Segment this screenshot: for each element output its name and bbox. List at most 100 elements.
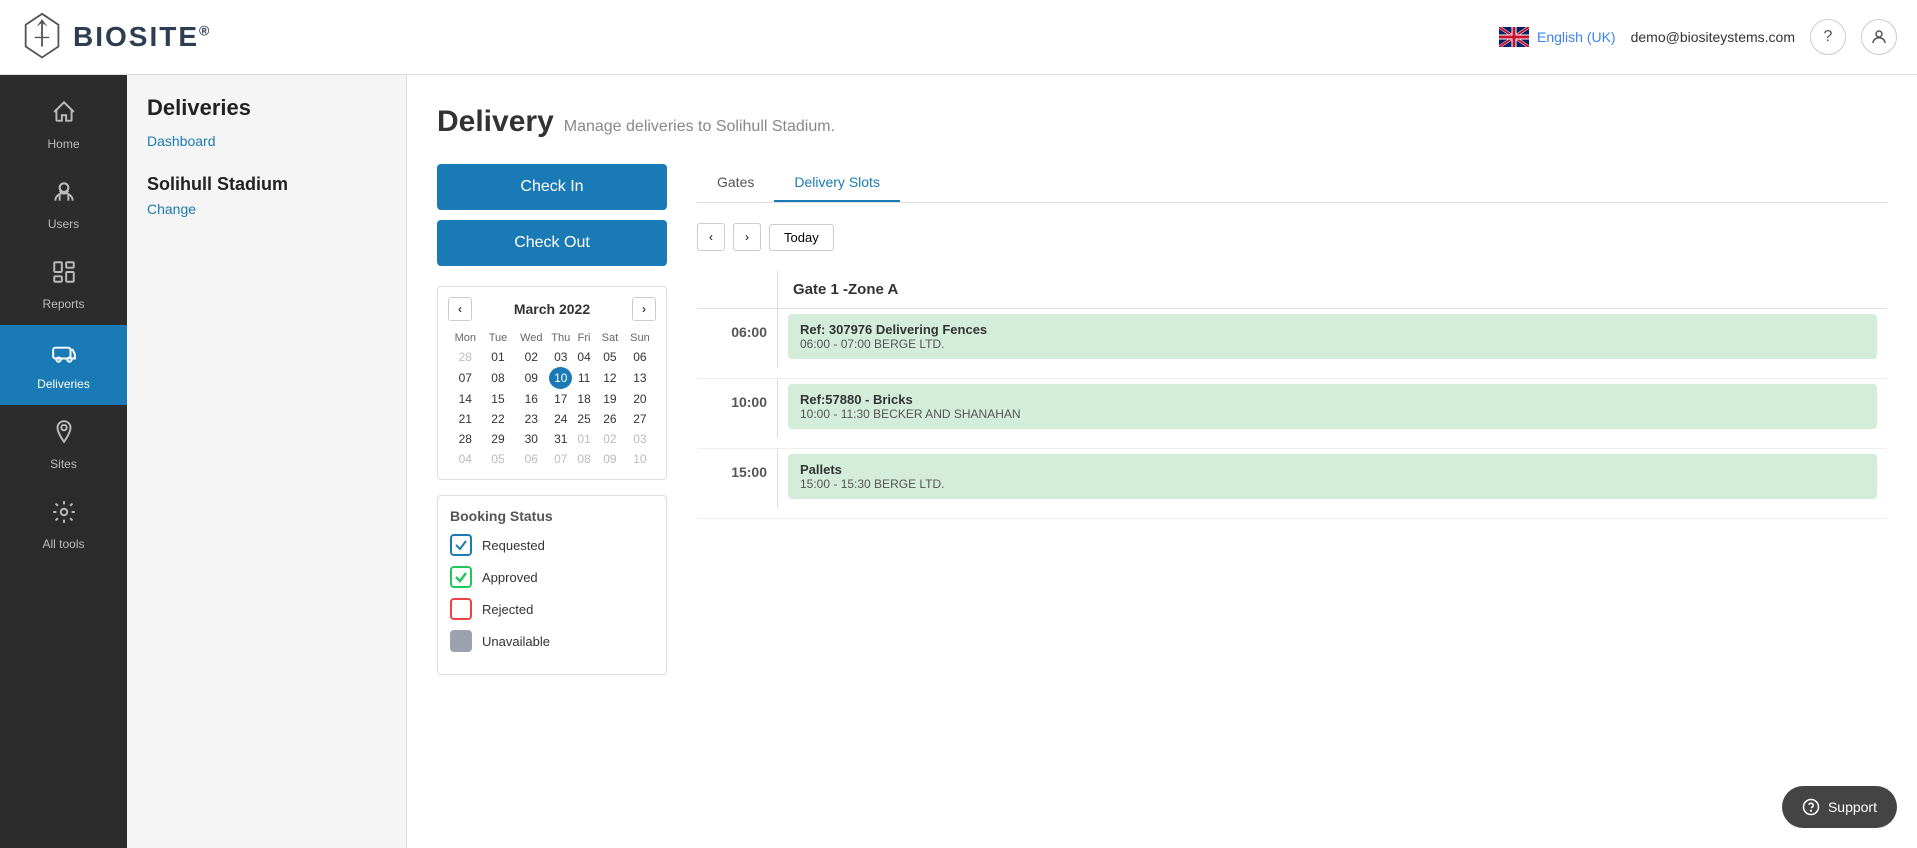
calendar-day[interactable]: 18 [572, 389, 596, 409]
main-layout: Home Users [0, 75, 1917, 848]
unavailable-checkbox [450, 630, 472, 652]
calendar-day[interactable]: 22 [483, 409, 514, 429]
check-in-button[interactable]: Check In [437, 164, 667, 210]
delivery-slot[interactable]: Pallets15:00 - 15:30 BERGE LTD. [788, 454, 1877, 499]
left-panel: Check In Check Out ‹ March 2022 › Mon [437, 164, 677, 675]
calendar-day[interactable]: 08 [483, 367, 514, 389]
sidebar-item-all-tools[interactable]: All tools [0, 485, 127, 565]
slot-area: Pallets15:00 - 15:30 BERGE LTD. [777, 449, 1887, 508]
calendar-day[interactable]: 30 [513, 429, 549, 449]
sidebar-title: Deliveries [147, 95, 386, 121]
deliveries-icon [51, 339, 77, 372]
calendar-day[interactable]: 05 [483, 449, 514, 469]
booking-status: Booking Status Requested [437, 495, 667, 675]
all-tools-label: All tools [42, 537, 84, 551]
calendar-day[interactable]: 08 [572, 449, 596, 469]
calendar-day[interactable]: 09 [596, 449, 624, 469]
cal-header-sat: Sat [596, 329, 624, 347]
check-out-button[interactable]: Check Out [437, 220, 667, 266]
calendar-day[interactable]: 07 [448, 367, 483, 389]
calendar-day[interactable]: 16 [513, 389, 549, 409]
calendar-day[interactable]: 26 [596, 409, 624, 429]
calendar-day[interactable]: 10 [624, 449, 656, 469]
sidebar-item-deliveries[interactable]: Deliveries [0, 325, 127, 405]
calendar-day[interactable]: 21 [448, 409, 483, 429]
delivery-slot[interactable]: Ref: 307976 Delivering Fences06:00 - 07:… [788, 314, 1877, 359]
calendar-day[interactable]: 27 [624, 409, 656, 429]
calendar-prev-button[interactable]: ‹ [448, 297, 472, 321]
calendar-day[interactable]: 09 [513, 367, 549, 389]
reports-label: Reports [42, 297, 84, 311]
calendar-day[interactable]: 28 [448, 429, 483, 449]
calendar-day[interactable]: 23 [513, 409, 549, 429]
sidebar-item-users[interactable]: Users [0, 165, 127, 245]
calendar-day[interactable]: 11 [572, 367, 596, 389]
calendar-next-button[interactable]: › [632, 297, 656, 321]
schedule-next-button[interactable]: › [733, 223, 761, 251]
support-label: Support [1828, 799, 1877, 815]
language-selector[interactable]: English (UK) [1499, 27, 1616, 47]
schedule-row: 15:00Pallets15:00 - 15:30 BERGE LTD. [697, 449, 1887, 519]
sidebar-item-sites[interactable]: Sites [0, 405, 127, 485]
logo-text: BIOSITE® [73, 21, 211, 53]
calendar-day[interactable]: 06 [513, 449, 549, 469]
booking-status-title: Booking Status [450, 508, 654, 524]
calendar-month: March 2022 [514, 301, 590, 317]
dashboard-link[interactable]: Dashboard [147, 133, 216, 149]
schedule-tabs: Gates Delivery Slots [697, 164, 1887, 203]
sidebar-item-reports[interactable]: Reports [0, 245, 127, 325]
deliveries-label: Deliveries [37, 377, 90, 391]
calendar-day[interactable]: 17 [549, 389, 572, 409]
reports-icon [51, 259, 77, 292]
calendar-day[interactable]: 12 [596, 367, 624, 389]
time-label: 10:00 [697, 379, 777, 410]
calendar-day[interactable]: 04 [448, 449, 483, 469]
page-title-area: Delivery Manage deliveries to Solihull S… [437, 105, 1887, 139]
calendar-day[interactable]: 01 [483, 347, 514, 367]
calendar-day[interactable]: 03 [549, 347, 572, 367]
calendar-day[interactable]: 31 [549, 429, 572, 449]
cal-header-sun: Sun [624, 329, 656, 347]
tab-delivery-slots[interactable]: Delivery Slots [774, 164, 900, 202]
all-tools-icon [51, 499, 77, 532]
tab-gates[interactable]: Gates [697, 164, 774, 202]
schedule-panel: Gates Delivery Slots ‹ › Today Gate 1 -Z… [697, 164, 1887, 675]
calendar-day[interactable]: 28 [448, 347, 483, 367]
slot-title: Pallets [800, 462, 1865, 477]
calendar-day[interactable]: 15 [483, 389, 514, 409]
calendar-day[interactable]: 02 [513, 347, 549, 367]
status-requested: Requested [450, 534, 654, 556]
schedule-slots: 06:00Ref: 307976 Delivering Fences06:00 … [697, 309, 1887, 519]
site-name: Solihull Stadium [147, 174, 386, 195]
calendar-day[interactable]: 05 [596, 347, 624, 367]
calendar-day[interactable]: 01 [572, 429, 596, 449]
requested-label: Requested [482, 538, 545, 553]
content-row: Check In Check Out ‹ March 2022 › Mon [437, 164, 1887, 675]
home-icon [51, 99, 77, 132]
calendar-day[interactable]: 14 [448, 389, 483, 409]
calendar-day[interactable]: 24 [549, 409, 572, 429]
calendar-day[interactable]: 19 [596, 389, 624, 409]
calendar-day[interactable]: 07 [549, 449, 572, 469]
calendar-day[interactable]: 13 [624, 367, 656, 389]
today-button[interactable]: Today [769, 224, 834, 251]
support-button[interactable]: Support [1782, 786, 1897, 828]
language-text: English (UK) [1537, 29, 1616, 45]
calendar-day[interactable]: 25 [572, 409, 596, 429]
main-content: Delivery Manage deliveries to Solihull S… [407, 75, 1917, 848]
calendar-day[interactable]: 04 [572, 347, 596, 367]
delivery-slot[interactable]: Ref:57880 - Bricks10:00 - 11:30 BECKER A… [788, 384, 1877, 429]
slot-time: 06:00 - 07:00 BERGE LTD. [800, 337, 1865, 351]
calendar-day[interactable]: 03 [624, 429, 656, 449]
calendar-day[interactable]: 06 [624, 347, 656, 367]
change-link[interactable]: Change [147, 201, 196, 217]
user-profile-button[interactable] [1861, 19, 1897, 55]
calendar-day[interactable]: 10 [549, 367, 572, 389]
calendar-day[interactable]: 20 [624, 389, 656, 409]
calendar-day[interactable]: 02 [596, 429, 624, 449]
sidebar-item-home[interactable]: Home [0, 85, 127, 165]
schedule-prev-button[interactable]: ‹ [697, 223, 725, 251]
gate-header-row: Gate 1 -Zone A [697, 271, 1887, 309]
calendar-day[interactable]: 29 [483, 429, 514, 449]
help-button[interactable]: ? [1810, 19, 1846, 55]
